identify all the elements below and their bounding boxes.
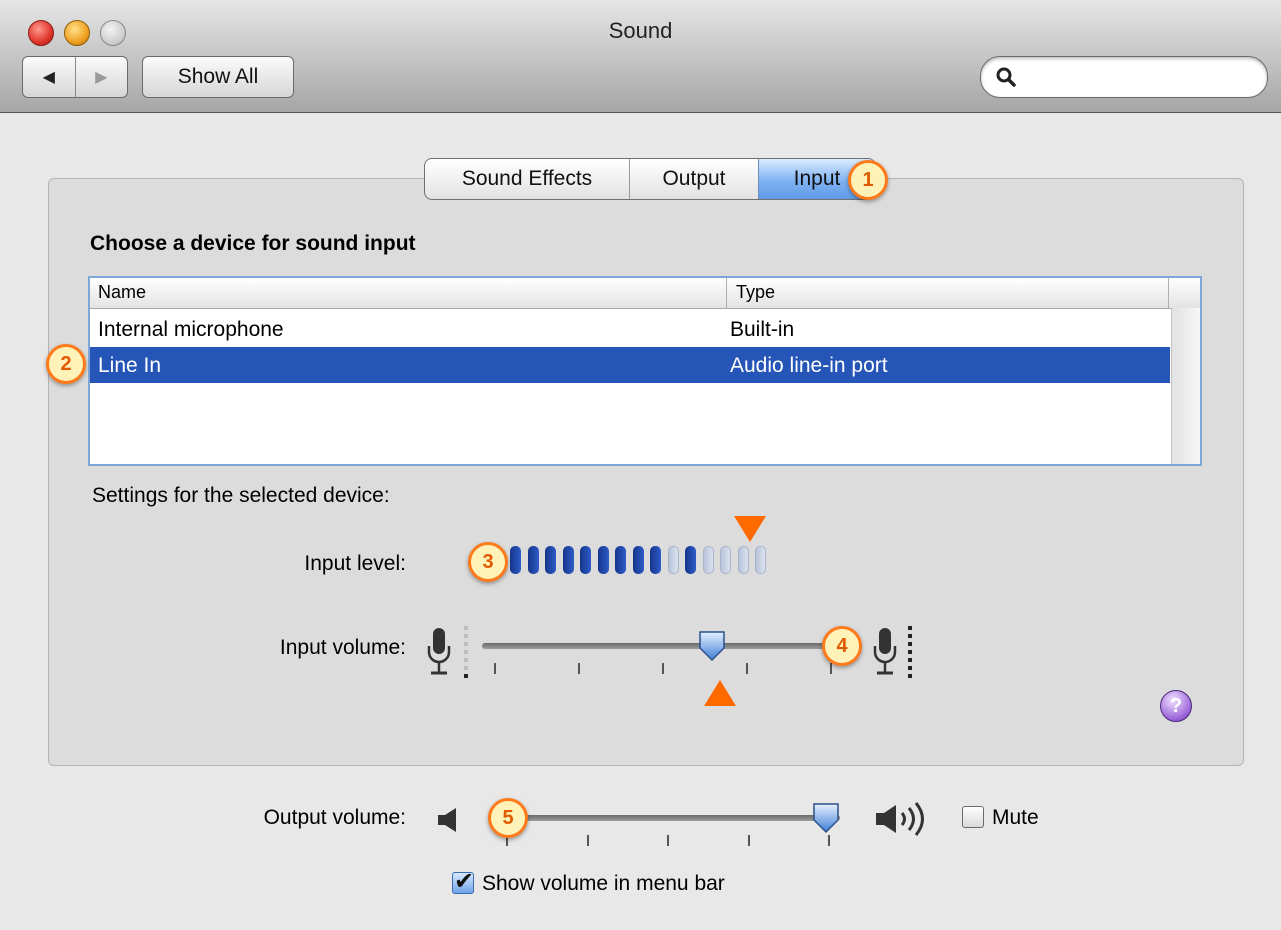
high-level-dots — [908, 626, 912, 682]
slider-tick — [494, 663, 496, 674]
level-segment — [720, 546, 731, 574]
level-segment — [580, 546, 591, 574]
column-header-type[interactable]: Type — [736, 282, 775, 303]
device-type: Audio line-in port — [730, 354, 888, 377]
device-name: Line In — [98, 354, 162, 377]
device-table: Name Type Internal microphone Built-in L… — [88, 276, 1202, 466]
speaker-high-icon — [876, 802, 924, 836]
level-segment — [597, 546, 609, 574]
input-level-meter — [510, 546, 766, 574]
device-name: Internal microphone — [98, 318, 284, 341]
input-volume-label: Input volume: — [279, 636, 406, 659]
back-arrow-icon: ◀ — [42, 69, 55, 86]
tab-output[interactable]: Output — [630, 159, 759, 199]
search-field[interactable] — [980, 56, 1268, 98]
mute-label: Mute — [992, 806, 1039, 829]
input-level-label: Input level: — [304, 552, 406, 575]
mute-checkbox[interactable] — [962, 806, 984, 828]
show-all-button[interactable]: Show All — [142, 56, 294, 98]
show-volume-checkbox[interactable]: ✔ — [452, 868, 474, 895]
forward-button[interactable]: ▶ — [74, 57, 128, 97]
tab-sound-effects[interactable]: Sound Effects — [425, 159, 630, 199]
column-divider — [1168, 278, 1169, 308]
low-level-dots — [464, 626, 468, 682]
tab-bar: Sound Effects Output Input — [424, 158, 876, 200]
callout-1: 1 — [848, 160, 888, 200]
slider-tick — [828, 835, 830, 846]
back-button[interactable]: ◀ — [23, 57, 75, 97]
level-segment — [737, 546, 749, 574]
level-segment — [615, 546, 626, 574]
slider-tick — [578, 663, 580, 674]
slider-tick — [667, 835, 669, 846]
level-segment — [510, 546, 521, 574]
help-button[interactable]: ? — [1160, 690, 1192, 722]
peak-arrow-icon — [734, 516, 766, 542]
table-row-selected[interactable]: Line In Audio line-in port — [90, 347, 1170, 383]
level-segment — [755, 546, 766, 574]
microphone-high-icon — [873, 628, 897, 675]
tab-panel — [48, 178, 1244, 766]
callout-4: 4 — [822, 626, 862, 666]
speaker-low-icon — [438, 808, 456, 832]
output-volume-label: Output volume: — [263, 806, 406, 829]
column-divider[interactable] — [726, 278, 727, 308]
slider-tick — [746, 663, 748, 674]
back-forward-control: ◀ ▶ — [22, 56, 128, 98]
table-scrollbar[interactable] — [1171, 308, 1200, 464]
window-title: Sound — [608, 18, 673, 43]
settings-label: Settings for the selected device: — [92, 484, 390, 507]
slider-tick — [830, 663, 832, 674]
device-type: Built-in — [730, 318, 795, 341]
level-segment — [702, 546, 714, 574]
forward-arrow-icon: ▶ — [95, 69, 108, 86]
table-header: Name Type — [90, 278, 1200, 309]
checkmark-icon: ✔ — [454, 868, 475, 895]
callout-3: 3 — [468, 542, 508, 582]
level-segment — [632, 546, 644, 574]
slider-tick — [586, 835, 589, 846]
show-volume-label: Show volume in menu bar — [482, 872, 725, 895]
level-segment — [685, 546, 696, 574]
slider-tick — [747, 835, 750, 846]
level-segment — [667, 546, 679, 574]
thumb-arrow-icon — [704, 680, 736, 706]
callout-2: 2 — [46, 344, 86, 384]
microphone-low-icon — [427, 628, 451, 675]
slider-tick — [662, 663, 664, 674]
device-section-title: Choose a device for sound input — [90, 232, 416, 255]
level-segment — [527, 546, 539, 574]
level-segment — [562, 546, 574, 574]
level-segment — [545, 546, 556, 574]
column-header-name[interactable]: Name — [98, 282, 146, 303]
output-volume-slider[interactable] — [494, 815, 840, 821]
input-volume-slider[interactable] — [482, 643, 842, 649]
output-volume-slider-thumb[interactable] — [812, 802, 840, 834]
search-icon — [996, 67, 1016, 87]
callout-5: 5 — [488, 798, 528, 838]
window-titlebar: Sound ◀ ▶ Show All — [0, 0, 1281, 113]
level-segment — [650, 546, 661, 574]
table-row[interactable]: Internal microphone Built-in — [90, 311, 1170, 347]
input-volume-slider-thumb[interactable] — [698, 630, 726, 662]
